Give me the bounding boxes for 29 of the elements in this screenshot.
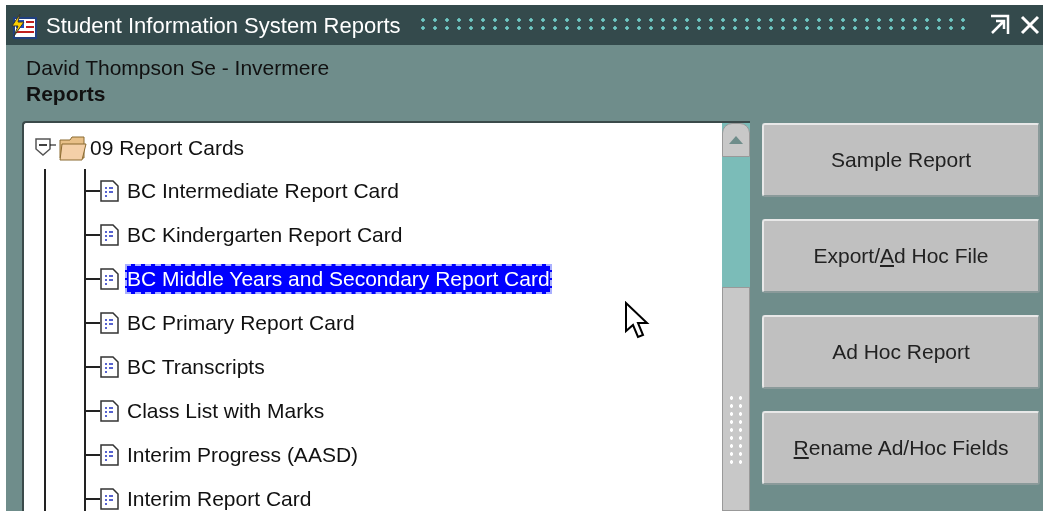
- school-name: David Thompson Se - Invermere: [26, 55, 331, 81]
- report-item[interactable]: Class List with Marks: [125, 396, 327, 426]
- close-icon[interactable]: [1019, 14, 1041, 36]
- mouse-pointer-icon: [624, 301, 650, 341]
- report-item[interactable]: Interim Progress (AASD): [125, 440, 361, 470]
- report-item[interactable]: BC Transcripts: [125, 352, 267, 382]
- report-item[interactable]: BC Primary Report Card: [125, 308, 357, 338]
- document-icon: [100, 312, 120, 334]
- scrollbar[interactable]: [722, 123, 750, 511]
- document-icon: [100, 180, 120, 202]
- section-heading: Reports: [26, 81, 107, 107]
- document-icon: [100, 356, 120, 378]
- action-button[interactable]: Sample Report: [762, 123, 1040, 197]
- document-icon: [100, 224, 120, 246]
- report-item[interactable]: BC Kindergarten Report Card: [125, 220, 405, 250]
- action-button[interactable]: Ad Hoc Report: [762, 315, 1040, 389]
- document-icon: [100, 400, 120, 422]
- up-arrow-icon: [729, 136, 743, 144]
- report-item[interactable]: BC Middle Years and Secondary Report Card: [125, 264, 552, 294]
- window-title: Student Information System Reports: [46, 11, 401, 40]
- report-item[interactable]: Interim Report Card: [125, 484, 314, 511]
- document-icon: [100, 444, 120, 466]
- action-button[interactable]: Rename Ad/Hoc Fields: [762, 411, 1040, 485]
- action-button[interactable]: Export/Ad Hoc File: [762, 219, 1040, 293]
- report-item[interactable]: BC Intermediate Report Card: [125, 176, 401, 206]
- folder-icon: [58, 134, 88, 162]
- document-icon: [100, 268, 120, 290]
- tree-folder-label[interactable]: 09 Report Cards: [90, 132, 245, 164]
- scroll-thumb[interactable]: [722, 287, 750, 511]
